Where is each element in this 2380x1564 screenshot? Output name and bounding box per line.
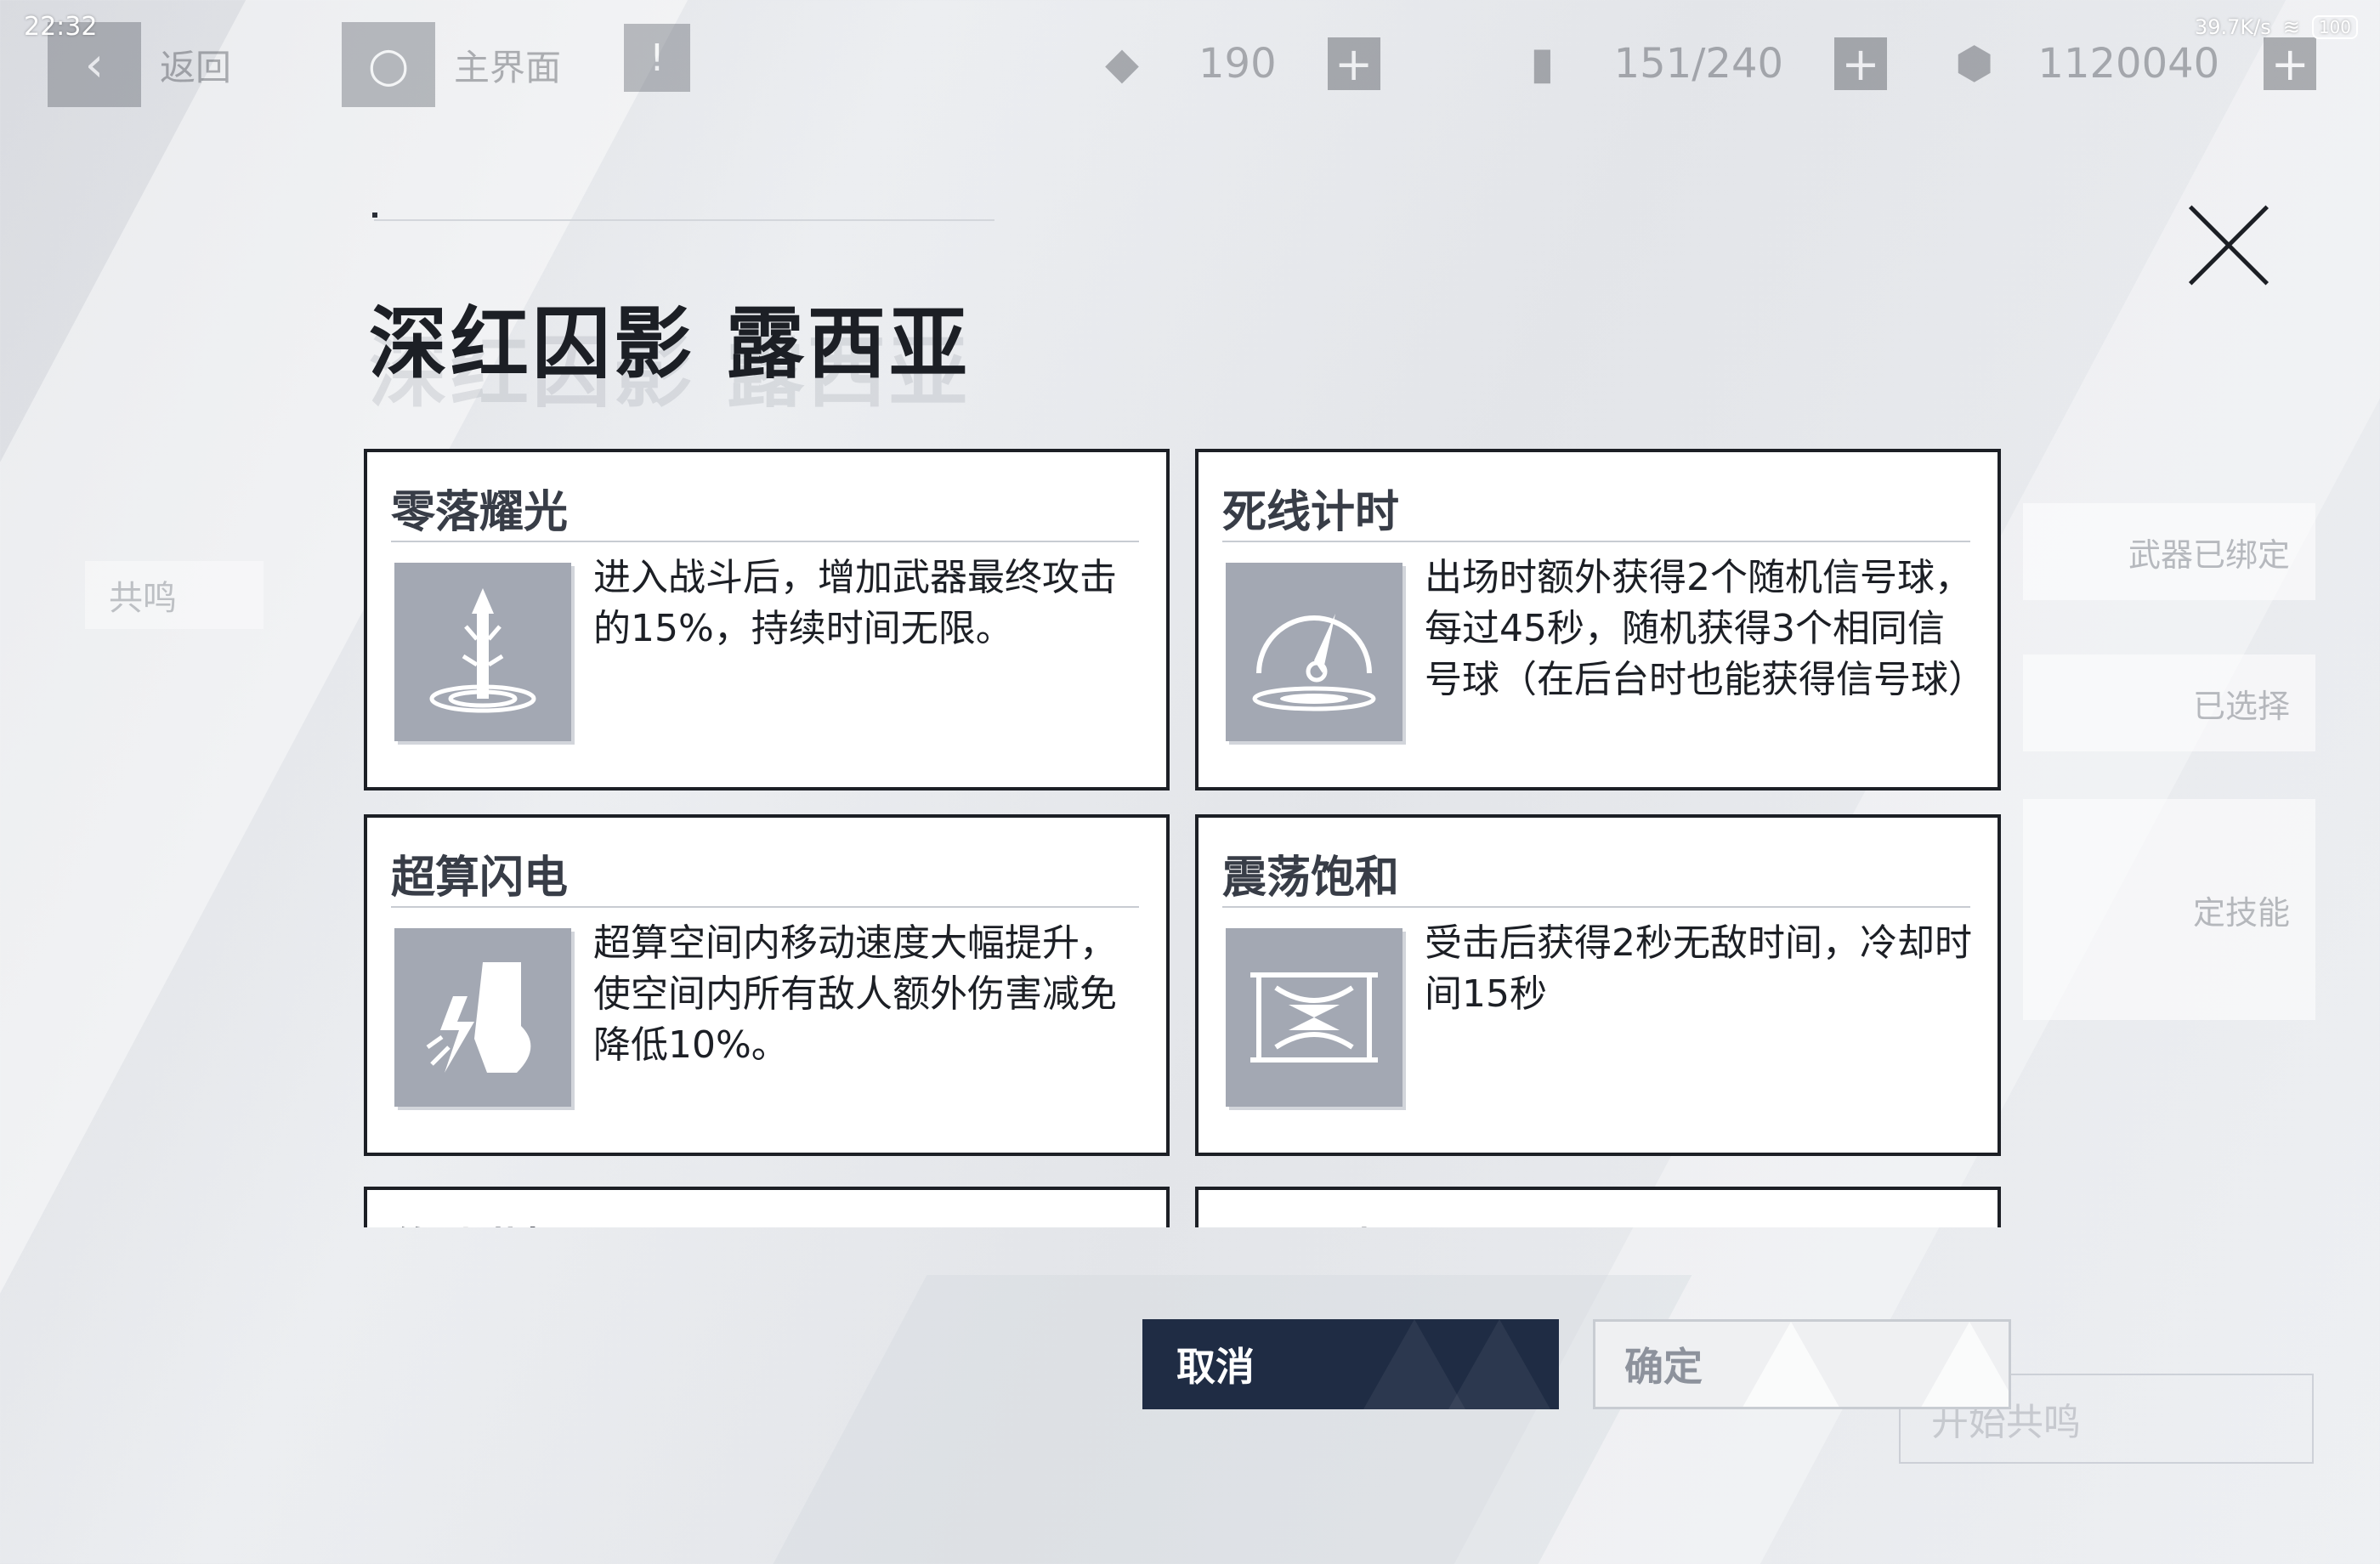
skill-card[interactable]: 死线计时 出场时额外获得2个随机信号球，每过45秒，随机获得3个相同信号球（在后… [1195, 449, 2001, 790]
card-divider [1222, 906, 1970, 908]
close-icon[interactable] [2186, 202, 2271, 287]
card-divider [391, 541, 1139, 542]
skill-card[interactable]: 零落耀光 进入战斗后，增加武器最终攻击的15%，持续时间无限。 [364, 449, 1170, 790]
dialog-title-block: 深红囚影 露西亚 深红囚影 露西亚 [369, 280, 972, 418]
timer-needle-icon [1226, 563, 1402, 741]
button-decoration [1448, 1319, 1550, 1409]
skill-card[interactable]: 震荡饱和 受击后获得2秒无敌时间，冷却时间15秒 [1195, 814, 2001, 1156]
skill-title: 零落耀光 [391, 487, 569, 538]
cancel-button[interactable]: 取消 [1142, 1319, 1559, 1409]
dialog-title: 深红囚影 露西亚 [369, 298, 972, 389]
skill-title: 超算闪电 [391, 853, 569, 904]
confirm-label: 确定 [1624, 1344, 1703, 1390]
skill-card[interactable]: 超算闪电 超算空间内移动速度大幅提升，使空间内所有敌人额外伤害减免降低10%。 [364, 814, 1170, 1156]
skill-title: 死线计时 [1222, 487, 1400, 538]
skill-title: 传动谐振 [391, 1214, 568, 1227]
cancel-label: 取消 [1176, 1344, 1255, 1390]
confirm-button[interactable]: 确定 [1593, 1319, 2011, 1409]
sword-glow-icon [394, 563, 571, 741]
skill-title: 雷霆开场 [1222, 1214, 1399, 1227]
skill-title: 震荡饱和 [1222, 853, 1400, 904]
skill-description: 出场时额外获得2个随机信号球，每过45秒，随机获得3个相同信号球（在后台时也能获… [1425, 556, 1986, 701]
header-dot [372, 212, 377, 218]
button-decoration [1918, 1322, 2009, 1407]
hourglass-icon [1226, 928, 1402, 1107]
skill-description: 进入战斗后，增加武器最终攻击的15%，持续时间无限。 [593, 556, 1117, 650]
card-divider [391, 906, 1139, 908]
lightning-boot-icon [394, 928, 571, 1107]
button-decoration [1740, 1322, 1842, 1407]
skill-card[interactable]: 传动谐振 [364, 1187, 1170, 1227]
skill-list[interactable]: 零落耀光 进入战斗后，增加武器最终攻击的15%，持续时间无限。 死线计时 出场时… [364, 449, 2004, 1227]
skill-card[interactable]: 雷霆开场 [1195, 1187, 2001, 1227]
skill-description: 受击后获得2秒无敌时间，冷却时间15秒 [1425, 921, 1972, 1016]
skill-select-dialog: 深红囚影 露西亚 深红囚影 露西亚 零落耀光 进入战斗后，增加武器最终攻击的15… [0, 0, 2380, 1564]
card-divider [1222, 541, 1970, 542]
header-rule [374, 219, 994, 221]
skill-description: 超算空间内移动速度大幅提升，使空间内所有敌人额外伤害减免降低10%。 [593, 921, 1117, 1067]
